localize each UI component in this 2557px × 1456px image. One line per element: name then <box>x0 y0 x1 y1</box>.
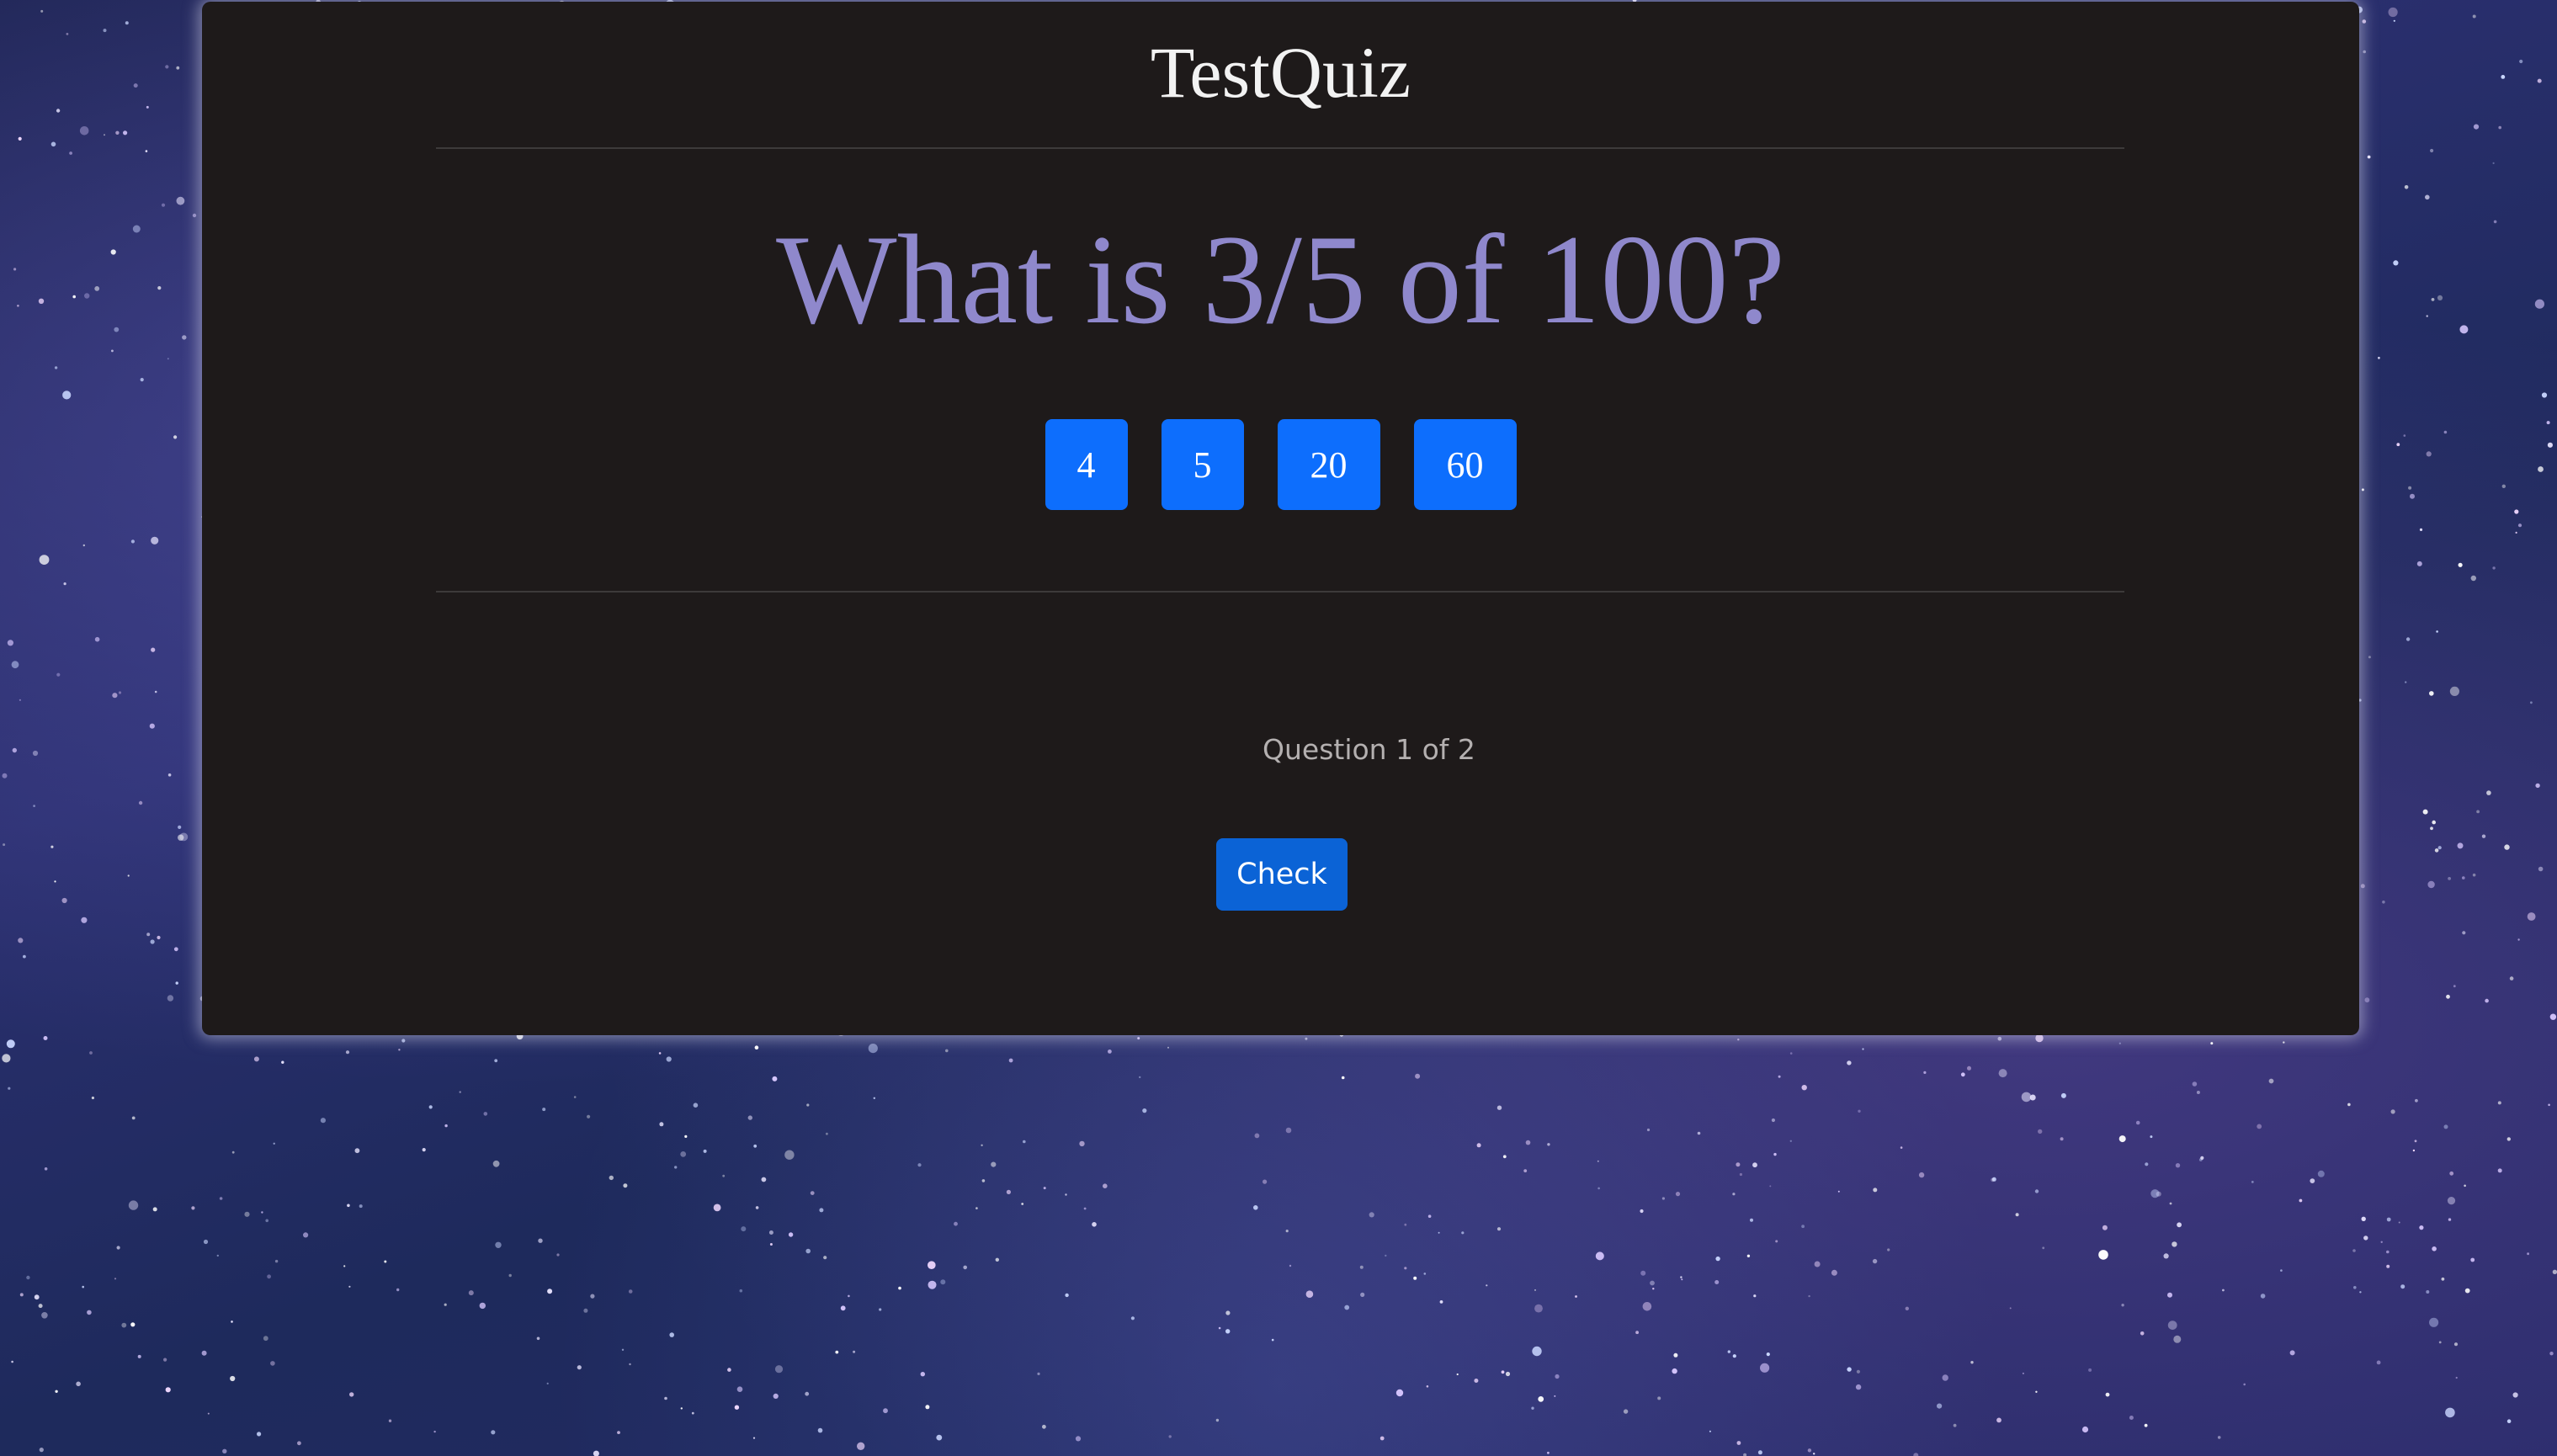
quiz-card: TestQuiz What is 3/5 of 100? 4 5 20 60 Q… <box>202 2 2359 1035</box>
answer-button-4[interactable]: 60 <box>1413 419 1517 510</box>
check-button[interactable]: Check <box>1216 838 1348 911</box>
answer-button-1[interactable]: 4 <box>1045 419 1128 510</box>
question-progress: Question 1 of 2 <box>1263 733 1475 766</box>
answer-options: 4 5 20 60 <box>202 419 2359 510</box>
answer-button-2[interactable]: 5 <box>1161 419 1244 510</box>
app-title: TestQuiz <box>1150 32 1411 113</box>
divider-bottom <box>436 591 2124 592</box>
answer-button-3[interactable]: 20 <box>1277 419 1380 510</box>
question-text: What is 3/5 of 100? <box>776 209 1785 350</box>
divider-top <box>436 147 2124 149</box>
